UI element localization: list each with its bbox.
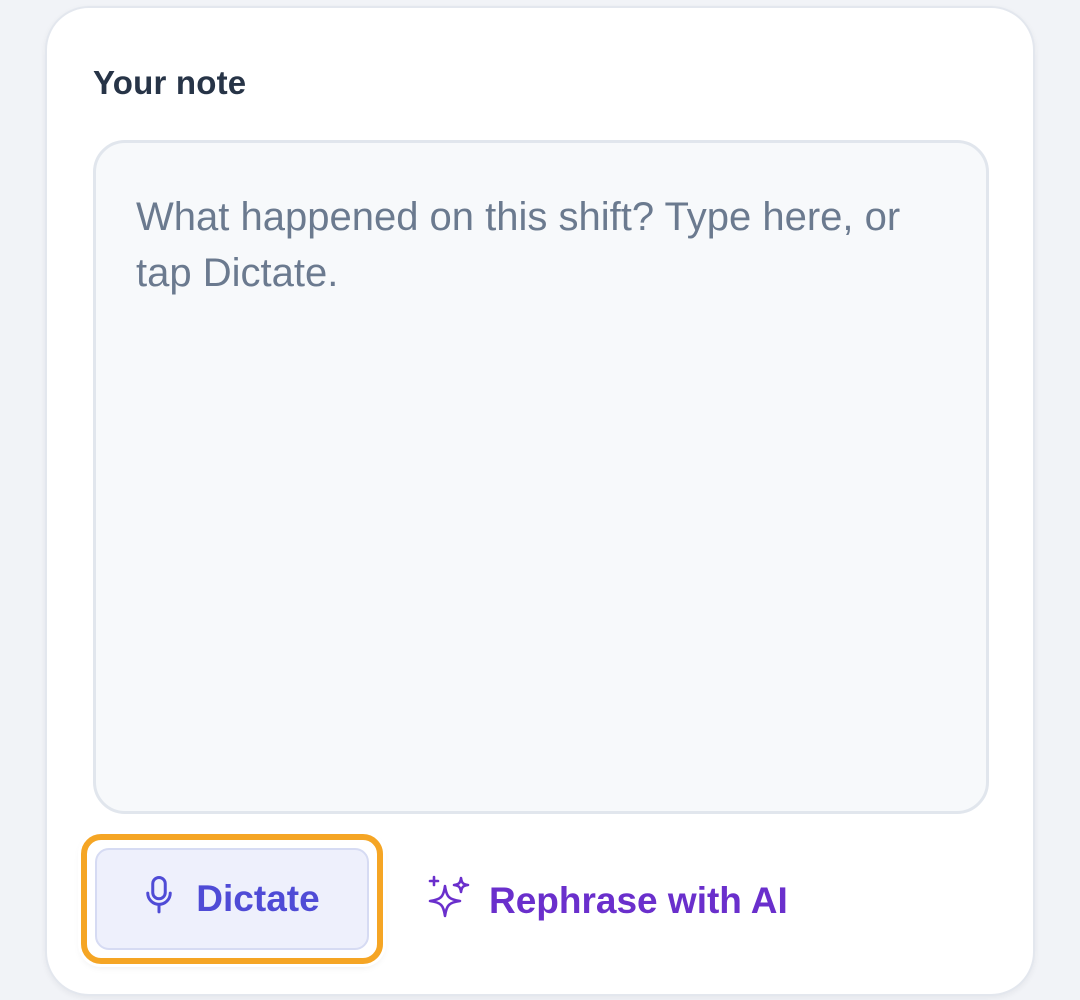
note-textarea[interactable] [93,140,989,814]
rephrase-with-ai-button[interactable]: Rephrase with AI [425,856,788,946]
microphone-icon [144,875,174,924]
dictate-button[interactable]: Dictate [95,848,369,950]
sparkles-icon [425,873,473,930]
rephrase-label: Rephrase with AI [489,880,788,921]
note-card: Your note Dictate Rephrase with AI [45,6,1035,996]
note-label: Your note [93,64,247,101]
dictate-label: Dictate [196,878,320,919]
